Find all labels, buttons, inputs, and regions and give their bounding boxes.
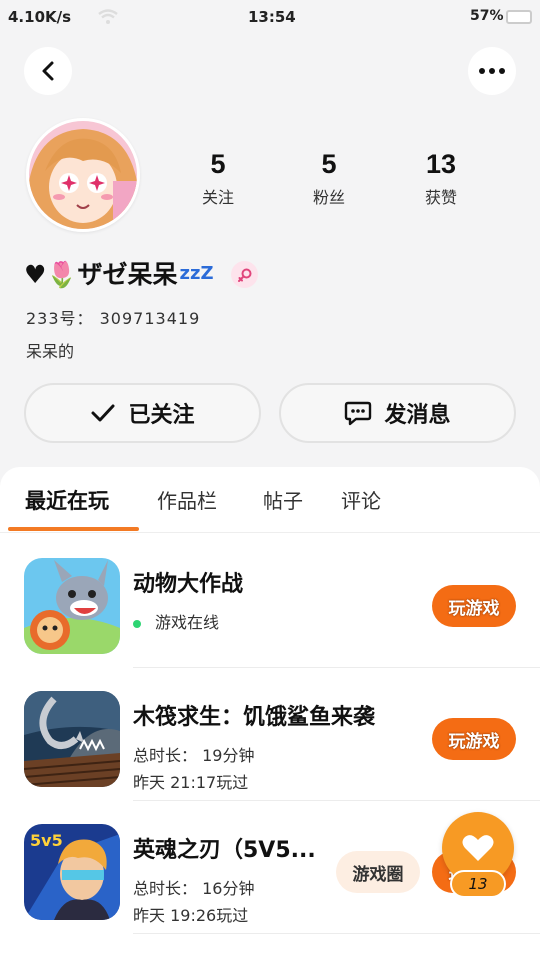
status-bar: 4.10K/s 13:54 57%	[0, 0, 540, 36]
stat-value: 13	[425, 149, 457, 179]
stat-following[interactable]: 5 关注	[178, 148, 258, 208]
wifi-icon	[98, 9, 118, 24]
battery-icon	[506, 10, 532, 24]
game-name: 动物大作战	[133, 572, 244, 597]
game-playtime: 总时长： 16分钟	[133, 879, 255, 898]
check-icon	[91, 404, 115, 422]
username-suffix: zzZ	[179, 262, 214, 284]
game-item[interactable]: 木筏求生：饥饿鲨鱼来袭 总时长： 19分钟 昨天 21:17玩过 玩游戏	[0, 668, 540, 801]
game-name: 英魂之刃（5V5...	[133, 838, 316, 863]
tab-comments[interactable]: 评论	[341, 485, 381, 514]
game-circle-button[interactable]: 游戏圈	[336, 851, 420, 893]
play-game-button[interactable]: 玩游戏	[432, 585, 516, 627]
stat-likes[interactable]: 13 获赞	[401, 148, 481, 208]
bio: 呆呆的	[26, 342, 75, 361]
svg-text:5v5: 5v5	[30, 831, 63, 850]
battery-percent: 57%	[470, 8, 504, 24]
game-item[interactable]: 动物大作战 游戏在线 玩游戏	[0, 535, 540, 668]
stat-label: 获赞	[424, 188, 457, 207]
following-label: 已关注	[128, 403, 195, 428]
tab-bar: 最近在玩 作品栏 帖子 评论	[0, 467, 540, 533]
tab-posts[interactable]: 帖子	[263, 485, 303, 514]
female-icon	[231, 261, 258, 288]
stat-value: 5	[321, 149, 337, 179]
game-icon: 5v5	[24, 824, 120, 920]
game-name: 木筏求生：饥饿鲨鱼来袭	[133, 705, 376, 730]
game-status: 游戏在线	[133, 609, 219, 633]
game-icon	[24, 691, 120, 787]
tab-recent[interactable]: 最近在玩	[25, 485, 109, 515]
game-last-played: 昨天 19:26玩过	[133, 906, 249, 925]
divider	[133, 933, 540, 934]
username-text: ♥🌷ザゼ呆呆	[24, 260, 178, 289]
chat-bubble-icon	[345, 401, 372, 426]
chevron-left-icon	[42, 61, 54, 81]
stat-label: 粉丝	[312, 188, 345, 207]
game-icon	[24, 558, 120, 654]
avatar[interactable]	[26, 118, 140, 232]
stat-followers[interactable]: 5 粉丝	[289, 148, 369, 208]
game-last-played: 昨天 21:17玩过	[133, 773, 249, 792]
tab-indicator	[8, 527, 139, 531]
clock: 13:54	[248, 8, 296, 26]
play-game-button[interactable]: 玩游戏	[432, 718, 516, 760]
more-dots-icon	[479, 68, 505, 74]
heart-icon	[462, 835, 494, 861]
game-status-text: 游戏在线	[155, 613, 220, 632]
message-button[interactable]: 发消息	[279, 383, 516, 443]
game-playtime: 总时长： 19分钟	[133, 746, 255, 765]
online-dot-icon	[133, 619, 141, 628]
more-button[interactable]	[468, 47, 516, 95]
stat-label: 关注	[201, 188, 234, 207]
following-button[interactable]: 已关注	[24, 383, 261, 443]
username: ♥🌷ザゼ呆呆 zzZ	[24, 256, 214, 290]
tab-works[interactable]: 作品栏	[157, 485, 217, 514]
stat-value: 5	[210, 149, 226, 179]
network-speed: 4.10K/s	[8, 8, 72, 26]
back-button[interactable]	[24, 47, 72, 95]
like-count: 13	[450, 870, 506, 898]
user-id: 233号： 309713419	[26, 309, 201, 328]
message-label: 发消息	[384, 403, 451, 428]
